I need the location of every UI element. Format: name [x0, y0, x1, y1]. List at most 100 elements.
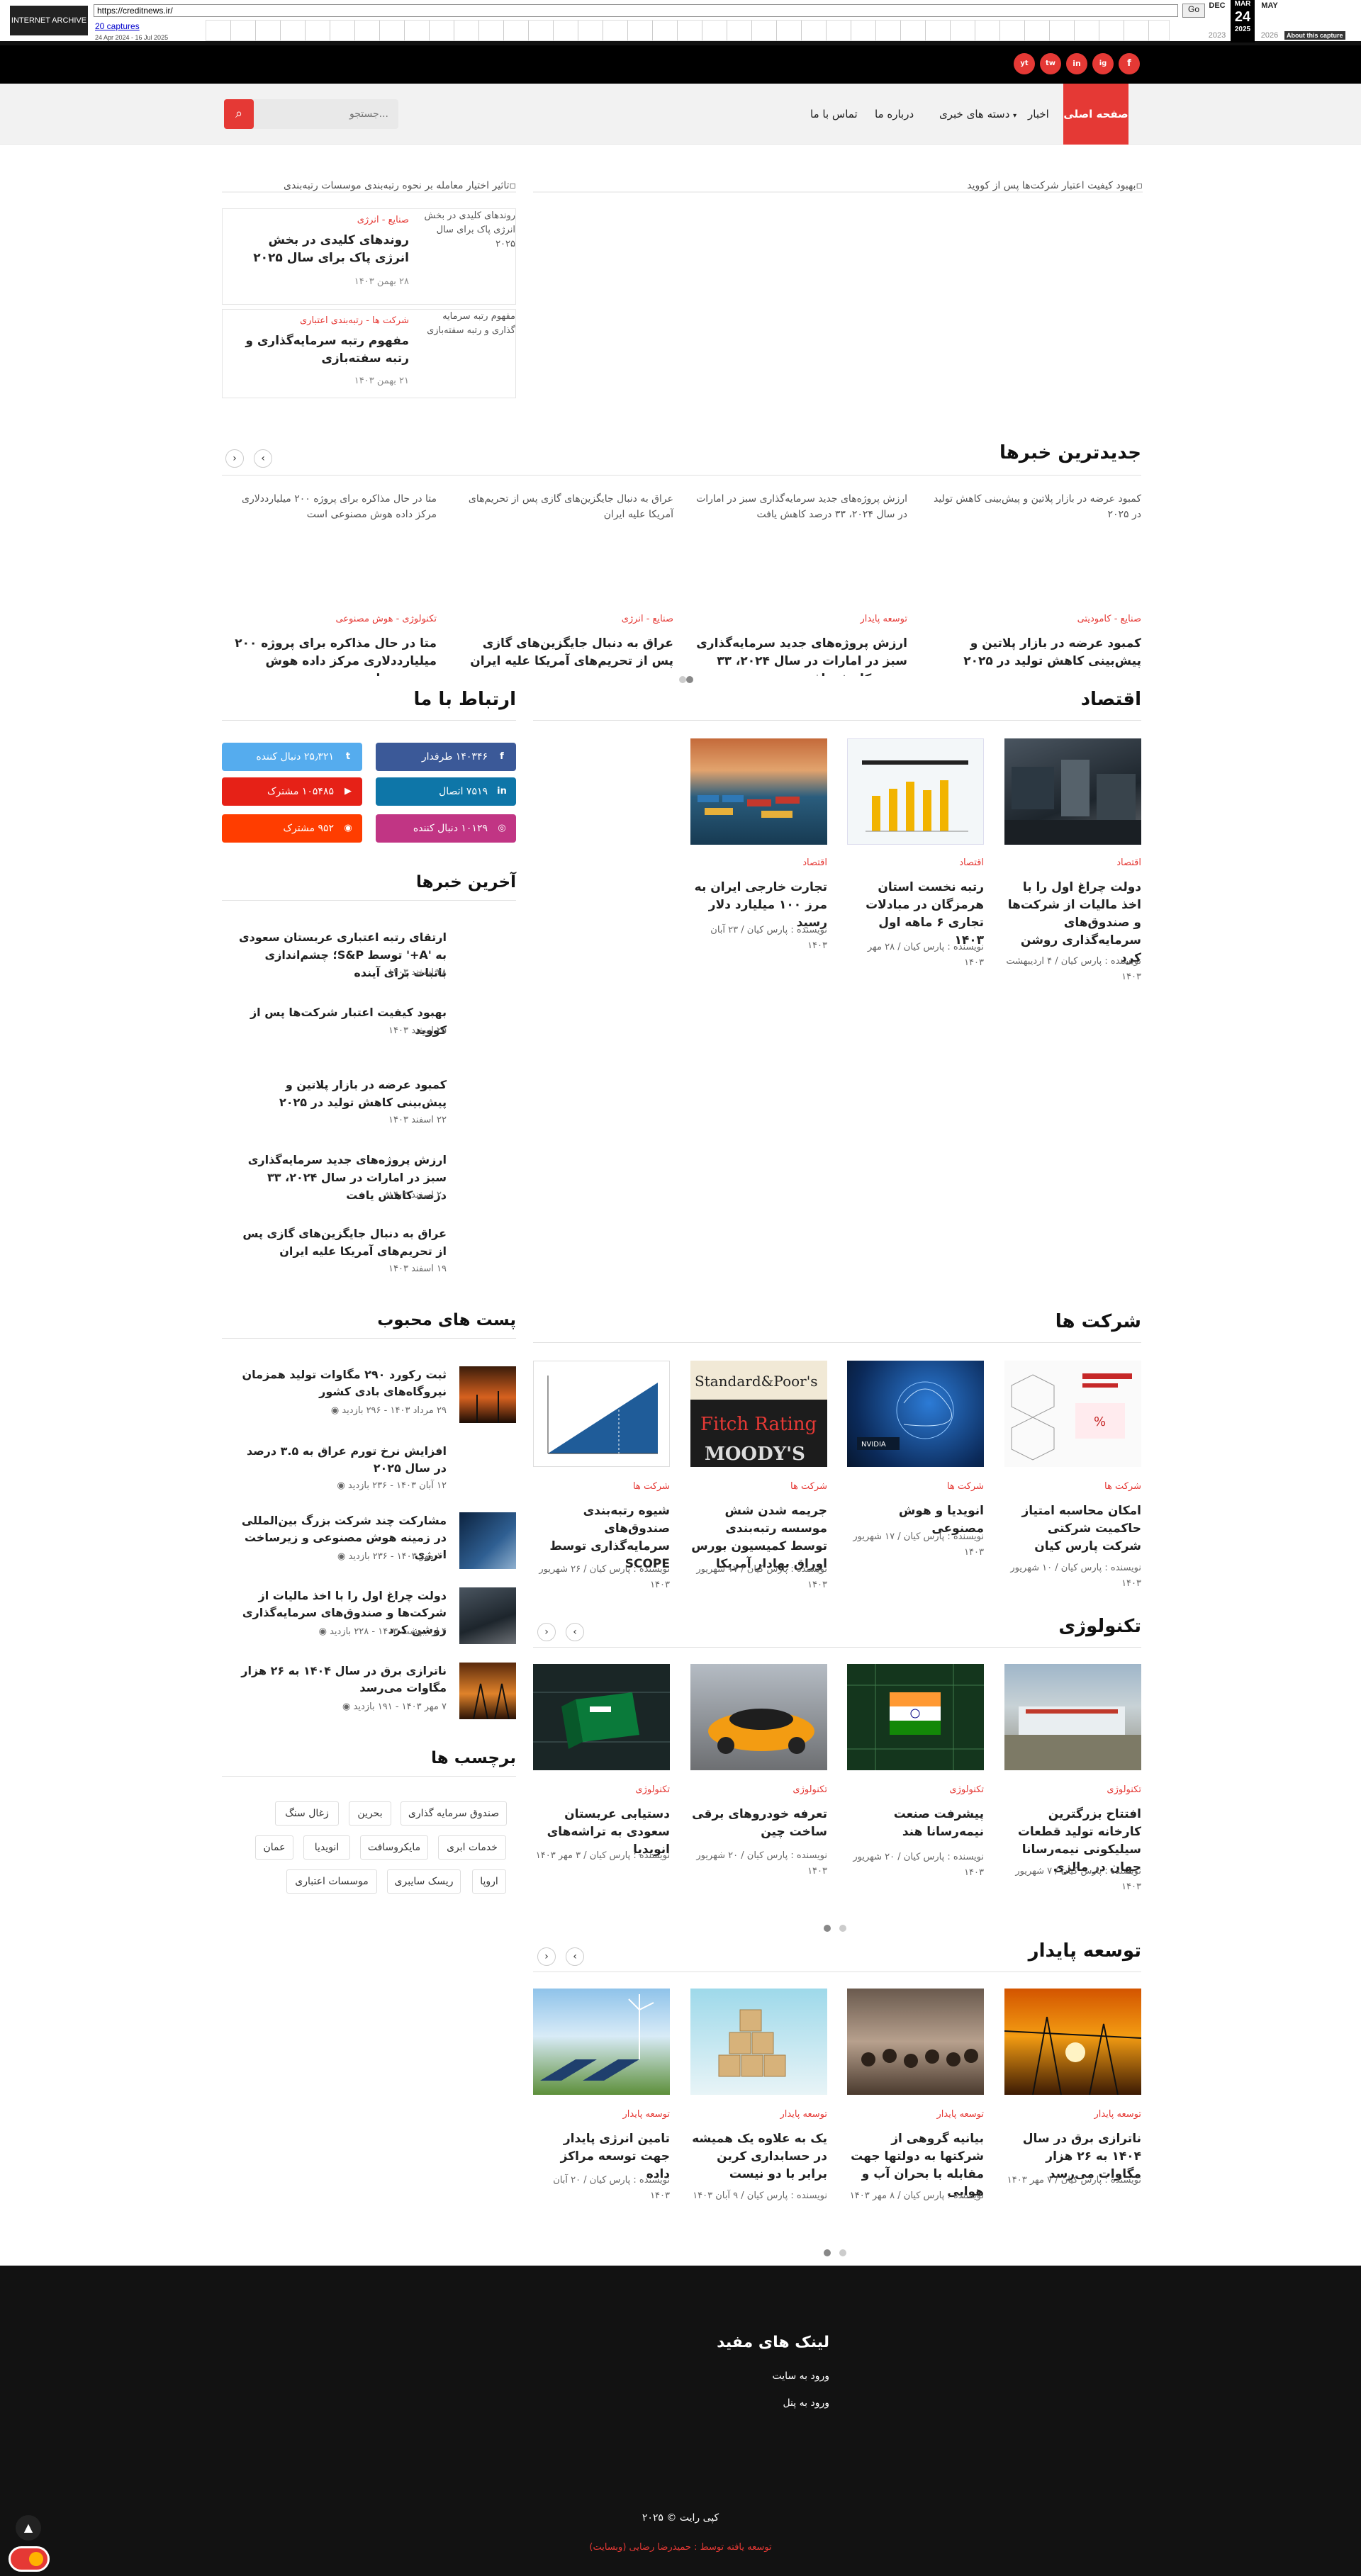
wayback-captures-link[interactable]: 20 captures: [95, 21, 140, 31]
tag[interactable]: زغال سنگ: [275, 1801, 339, 1826]
tag[interactable]: ریسک سایبری: [387, 1869, 461, 1894]
svg-text:Standard&Poor's: Standard&Poor's: [695, 1373, 818, 1390]
tag[interactable]: بحرین: [349, 1801, 391, 1826]
company-image-nvidia[interactable]: NVIDIA: [847, 1361, 984, 1467]
company-image-scope-chart[interactable]: [533, 1361, 670, 1467]
hero-card[interactable]: مفهوم رتبه سرمایه گذاری و رتبه سفته‌بازی…: [222, 309, 516, 398]
chevron-left-icon: ‹: [573, 1951, 577, 1962]
search-icon: ⌕: [235, 106, 243, 121]
tag[interactable]: مایکروسافت: [360, 1835, 428, 1860]
post-thumb[interactable]: [459, 1366, 516, 1423]
economy-image-parliament[interactable]: [1004, 738, 1141, 845]
sustain-image-power-lines[interactable]: [1004, 1989, 1141, 2095]
eye-icon: ◉: [337, 1480, 345, 1491]
nav-categories[interactable]: دسته های خبری ▾: [939, 84, 1016, 145]
company-image-sp-fitch-moodys[interactable]: Standard&Poor's Fitch Rating MOODY'S: [690, 1361, 827, 1467]
carousel-dot[interactable]: [839, 1925, 846, 1932]
eye-icon: ◉: [318, 1626, 327, 1637]
wayback-logo[interactable]: INTERNET ARCHIVE WayBackMachine: [10, 6, 88, 55]
youtube-icon[interactable]: yt: [1014, 53, 1035, 74]
chevron-right-icon: ›: [544, 1626, 549, 1638]
tech-image-ev[interactable]: [690, 1664, 827, 1770]
next-arrow[interactable]: ›: [225, 449, 244, 468]
chevron-left-icon: ‹: [573, 1626, 577, 1638]
footer-link-panel[interactable]: ورود به پنل: [638, 2397, 829, 2409]
svg-text:Fitch Rating: Fitch Rating: [700, 1414, 817, 1435]
nav-about[interactable]: درباره ما: [875, 84, 914, 145]
carousel-dot[interactable]: [839, 2249, 846, 2256]
tag[interactable]: عمان: [255, 1835, 293, 1860]
facebook-icon[interactable]: f: [1119, 53, 1140, 74]
wayback-month-prev[interactable]: DEC: [1205, 1, 1229, 10]
tech-image-factory[interactable]: [1004, 1664, 1141, 1770]
youtube-button[interactable]: ▶ ۱۰۵۴۸۵ مشترک: [222, 777, 362, 806]
prev-arrow[interactable]: ‹: [254, 449, 272, 468]
chevron-left-icon: ‹: [261, 453, 265, 464]
card-image[interactable]: مفهوم رتبه سرمایه گذاری و رتبه سفته‌بازی: [420, 310, 515, 338]
wayback-sparkline[interactable]: [206, 20, 1170, 41]
chevron-right-icon: ›: [544, 1951, 549, 1962]
company-image-governance[interactable]: %: [1004, 1361, 1141, 1467]
wayback-go-button[interactable]: Go: [1182, 4, 1205, 18]
nav-news[interactable]: اخبار: [1028, 84, 1049, 145]
carousel-dot[interactable]: [686, 676, 693, 683]
developer-credit[interactable]: توسعه یافته توسط : حمیدرضا رضایی (وبسایت…: [0, 2542, 1361, 2553]
sustain-image-solar[interactable]: [533, 1989, 670, 2095]
prev-arrow[interactable]: ‹: [566, 1623, 584, 1641]
wayback-month-next[interactable]: MAY: [1258, 1, 1282, 10]
sustain-image-blocks[interactable]: [690, 1989, 827, 2095]
rss-icon: ◉: [344, 823, 352, 833]
social-bar: f ig in tw yt: [0, 45, 1361, 84]
chat-widget-button[interactable]: [9, 2546, 50, 2572]
search-input[interactable]: [255, 99, 396, 129]
eye-icon: ◉: [330, 1405, 340, 1416]
tag[interactable]: اروپا: [472, 1869, 506, 1894]
prev-arrow[interactable]: ‹: [566, 1947, 584, 1966]
linkedin-button[interactable]: in ۷۵۱۹ اتصال: [376, 777, 516, 806]
tech-image-india-chip[interactable]: [847, 1664, 984, 1770]
carousel-dot[interactable]: [679, 676, 686, 683]
svg-text:NVIDIA: NVIDIA: [861, 1441, 886, 1449]
carousel-dot[interactable]: [824, 1925, 831, 1932]
main-navbar: صفحه اصلی اخبار دسته های خبری ▾ درباره م…: [0, 84, 1361, 145]
post-thumb[interactable]: [459, 1512, 516, 1569]
facebook-button[interactable]: f ۱۴۰۳۴۶ طرفدار: [376, 743, 516, 771]
wayback-about[interactable]: About this capture: [1284, 31, 1345, 40]
tag[interactable]: خدمات ابری: [438, 1835, 506, 1860]
tags-section-title: برچسب ها: [431, 1749, 516, 1767]
footer: لینک های مفید ورود به سایت ورود به پنل ک…: [0, 2266, 1361, 2576]
economy-section-title: اقتصاد: [1080, 689, 1141, 710]
economy-image-chart[interactable]: [847, 738, 984, 845]
card-image[interactable]: روندهای کلیدی در بخش انرژی پاک برای سال …: [420, 209, 515, 252]
economy-image-port[interactable]: [690, 738, 827, 845]
instagram-button[interactable]: ◎ ۱۰۱۲۹ دنبال کننده: [376, 814, 516, 843]
linkedin-icon: in: [497, 786, 507, 797]
nav-home[interactable]: صفحه اصلی: [1063, 84, 1128, 145]
search-button[interactable]: ⌕: [224, 99, 254, 129]
linkedin-icon[interactable]: in: [1066, 53, 1087, 74]
tag[interactable]: صندوق سرمایه گذاری: [401, 1801, 507, 1826]
post-thumb[interactable]: [459, 1663, 516, 1719]
chat-icon: [29, 2552, 43, 2566]
scroll-top-button[interactable]: ▲: [16, 2515, 41, 2541]
tag[interactable]: انویدیا: [303, 1835, 350, 1860]
tech-image-saudi-chip[interactable]: [533, 1664, 670, 1770]
wayback-url-input[interactable]: [94, 4, 1178, 17]
copyright: کپی رایت © ۲۰۲۵: [642, 2512, 719, 2524]
footer-link-login[interactable]: ورود به سایت: [638, 2370, 829, 2382]
sustain-image-crowd[interactable]: [847, 1989, 984, 2095]
twitter-icon[interactable]: tw: [1040, 53, 1061, 74]
broken-image-icon: ▫: [509, 180, 517, 191]
next-arrow[interactable]: ›: [537, 1623, 556, 1641]
search-box: ⌕: [224, 99, 398, 129]
twitter-button[interactable]: t ۲۵٫۳۲۱ دنبال کننده: [222, 743, 362, 771]
next-arrow[interactable]: ›: [537, 1947, 556, 1966]
carousel-dot[interactable]: [824, 2249, 831, 2256]
wayback-calendar: DEC MAR 24 2025 MAY 2023 2026 About this c…: [1205, 0, 1347, 44]
nav-contact[interactable]: تماس با ما: [810, 84, 858, 145]
tag[interactable]: موسسات اعتباری: [286, 1869, 377, 1894]
instagram-icon[interactable]: ig: [1092, 53, 1114, 74]
hero-card[interactable]: روندهای کلیدی در بخش انرژی پاک برای سال …: [222, 208, 516, 305]
post-thumb[interactable]: [459, 1587, 516, 1644]
rss-button[interactable]: ◉ ۹۵۲ مشترک: [222, 814, 362, 843]
